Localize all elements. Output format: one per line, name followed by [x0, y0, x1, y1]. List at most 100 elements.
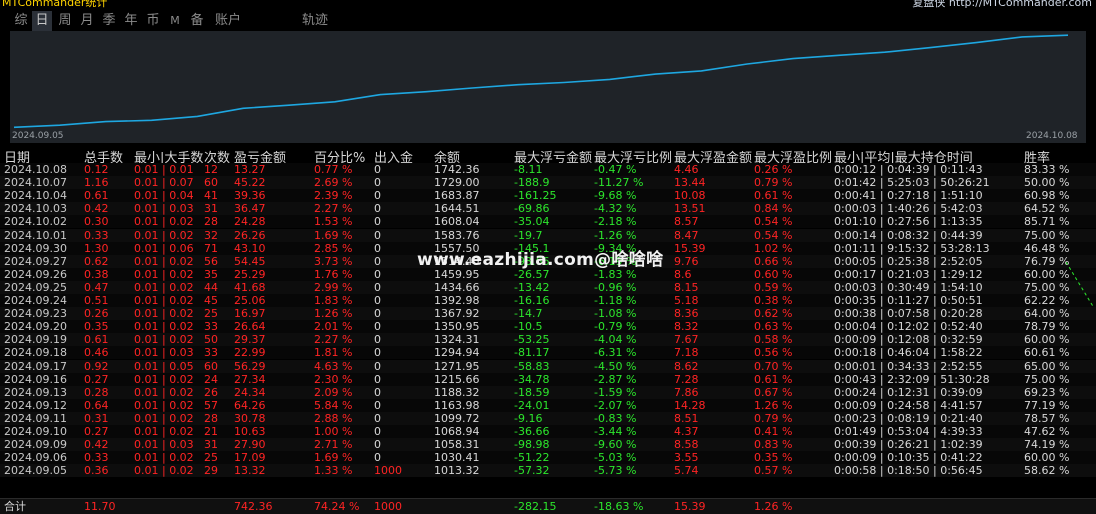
decorative-dashed-line [1066, 262, 1095, 309]
watermark: www.eazhijia.com@啥啥啥 [417, 250, 664, 270]
equity-chart-svg [13, 34, 1069, 129]
tab-account[interactable]: 账户 [210, 11, 246, 31]
cell-balance: 1188.32 [434, 385, 480, 399]
cell-total-lots: 0.31 [84, 411, 109, 425]
cell-percent: 2.09 % [314, 385, 353, 399]
cell-count: 28 [204, 411, 218, 425]
tab-symbol[interactable]: 币 [142, 11, 164, 31]
cell-min-max-lots: 0.01 | 0.03 [134, 438, 194, 452]
cell-max-float-profit: 8.6 [674, 267, 692, 281]
cell-balance: 1215.66 [434, 372, 480, 386]
cell-count: 25 [204, 451, 218, 465]
cell-pnl-amount: 13.27 [234, 163, 266, 176]
tab-trajectory[interactable]: 轨迹 [298, 11, 332, 31]
cell-win-rate: 78.57 % [1024, 411, 1070, 425]
tab-summary[interactable]: 综 [10, 11, 32, 31]
cell-date: 2024.09.26 [4, 267, 67, 281]
cell-win-rate: 64.00 % [1024, 307, 1070, 321]
cell-percent: 1.83 % [314, 294, 353, 307]
tab-magic[interactable]: M [164, 11, 186, 31]
cell-balance: 1324.31 [434, 333, 480, 347]
cell-deposit-withdraw: 0 [374, 267, 381, 281]
cell-max-float-loss-pct: -4.32 % [594, 202, 637, 216]
cell-max-float-loss-pct: -2.87 % [594, 372, 637, 386]
cell-balance: 1271.95 [434, 359, 480, 373]
cell-min-max-lots: 0.01 | 0.02 [134, 372, 194, 386]
cell-percent: 1.76 % [314, 267, 353, 281]
cell-deposit-withdraw: 1000 [374, 464, 402, 478]
cell-max-float-profit-pct: 0.84 % [754, 202, 793, 216]
cell-pnl-amount: 26.26 [234, 228, 266, 242]
cell-count: 35 [204, 267, 218, 281]
tab-note[interactable]: 备 [186, 11, 208, 31]
cell-hold-time: 0:00:09 | 0:24:58 | 4:41:57 [834, 398, 983, 412]
cell-max-float-loss-pct: -5.73 % [594, 464, 637, 478]
cell-win-rate: 47.62 % [1024, 425, 1070, 438]
cell-max-float-loss: -58.83 [514, 359, 550, 373]
cell-count: 57 [204, 398, 218, 412]
cell-balance: 1367.92 [434, 307, 480, 321]
cell-max-float-loss-pct: -1.18 % [594, 294, 637, 307]
cell-deposit-withdraw: 0 [374, 359, 381, 373]
cell-percent: 2.85 % [314, 241, 353, 255]
cell-min-max-lots: 0.01 | 0.05 [134, 359, 194, 373]
cell-percent: 1.33 % [314, 464, 353, 478]
cell-max-float-loss-pct: -0.83 % [594, 411, 637, 425]
cell-pnl-amount: 64.26 [234, 398, 266, 412]
cell-date: 2024.10.08 [4, 163, 67, 176]
cell-total-lots: 1.16 [84, 176, 109, 190]
cell-date: 2024.09.18 [4, 346, 67, 360]
cell-min-max-lots: 0.01 | 0.01 [134, 163, 194, 176]
cell-date: 2024.09.05 [4, 464, 67, 478]
cell-hold-time: 0:00:35 | 0:11:27 | 0:50:51 [834, 294, 983, 307]
tab-month[interactable]: 月 [76, 11, 98, 31]
cell-count: 41 [204, 189, 218, 203]
tab-week[interactable]: 周 [54, 11, 76, 31]
cell-min-max-lots: 0.01 | 0.03 [134, 346, 194, 360]
cell-date: 2024.09.25 [4, 280, 67, 294]
cell-max-float-loss-pct: -1.26 % [594, 228, 637, 242]
cell-total-lots: 0.33 [84, 451, 109, 465]
cell-max-float-profit: 8.15 [674, 280, 699, 294]
tab-year[interactable]: 年 [120, 11, 142, 31]
cell-min-max-lots: 0.01 | 0.02 [134, 254, 194, 268]
cell-max-float-loss-pct: -9.68 % [594, 189, 637, 203]
cell-hold-time: 0:01:11 | 9:15:32 | 53:28:13 [834, 241, 990, 255]
cell-max-float-profit: 9.76 [674, 254, 699, 268]
tab-quarter[interactable]: 季 [98, 11, 120, 31]
totals-row: 合计 11.70 742.36 74.24 % 1000 -282.15 -18.63 % 1… [0, 498, 1096, 514]
cell-max-float-profit-pct: 0.41 % [754, 425, 793, 438]
cell-max-float-loss: -69.86 [514, 202, 550, 216]
cell-max-float-profit: 8.62 [674, 359, 699, 373]
cell-total-lots: 0.42 [84, 438, 109, 452]
cell-total-lots: 0.46 [84, 346, 109, 360]
cell-max-float-profit-pct: 0.54 % [754, 228, 793, 242]
cell-min-max-lots: 0.01 | 0.02 [134, 411, 194, 425]
cell-total-lots: 0.35 [84, 320, 109, 334]
cell-date: 2024.09.20 [4, 320, 67, 334]
cell-win-rate: 60.98 % [1024, 189, 1070, 203]
cell-hold-time: 0:00:03 | 0:30:49 | 1:54:10 [834, 280, 983, 294]
cell-hold-time: 0:00:23 | 0:08:19 | 0:21:40 [834, 411, 983, 425]
cell-max-float-loss: -10.5 [514, 320, 543, 334]
cell-deposit-withdraw: 0 [374, 411, 381, 425]
cell-date: 2024.09.10 [4, 425, 67, 438]
cell-percent: 0.77 % [314, 163, 353, 176]
cell-min-max-lots: 0.01 | 0.07 [134, 176, 194, 190]
cell-date: 2024.09.19 [4, 333, 67, 347]
cell-balance: 1013.32 [434, 464, 480, 478]
cell-deposit-withdraw: 0 [374, 451, 381, 465]
cell-count: 25 [204, 307, 218, 321]
title-bar: MTCommander统计 复盘侠 http://MTCommander.com [0, 0, 1096, 8]
cell-win-rate: 85.71 % [1024, 215, 1070, 229]
cell-total-lots: 0.51 [84, 294, 109, 307]
cell-max-float-loss-pct: -2.18 % [594, 215, 637, 229]
tab-day[interactable]: 日 [32, 11, 52, 31]
total-max-float-profit: 15.39 [674, 500, 706, 513]
cell-max-float-profit: 13.44 [674, 176, 706, 190]
cell-win-rate: 60.00 % [1024, 267, 1070, 281]
chart-start-date: 2024.09.05 [12, 131, 64, 141]
website-link[interactable]: 复盘侠 http://MTCommander.com [912, 0, 1092, 8]
cell-balance: 1729.00 [434, 176, 480, 190]
cell-win-rate: 75.00 % [1024, 280, 1070, 294]
